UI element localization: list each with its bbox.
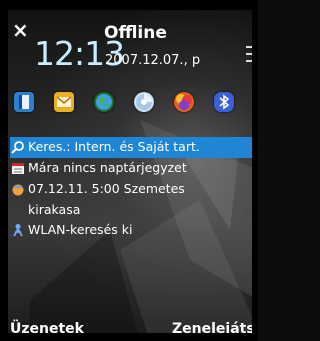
contacts-book-icon[interactable] [14, 92, 34, 112]
reminder-icon [11, 182, 25, 196]
softkey-bar: Üzenetek Zenelejátszó [0, 320, 258, 341]
search-item[interactable]: Keres.: Intern. és Saját tart. [10, 137, 258, 158]
globe-icon[interactable] [94, 92, 114, 112]
media-gallery-icon[interactable] [174, 92, 194, 112]
calendar-item[interactable]: Mára nincs naptárjegyzet [10, 158, 258, 179]
menu-lines-icon[interactable] [246, 46, 256, 67]
right-softkey[interactable]: Zenelejátszó [172, 321, 258, 337]
reminder-label-line1: 07.12.11. 5:00 Szemetes [28, 181, 185, 196]
wlan-label: WLAN-keresés ki [28, 222, 133, 237]
shortcut-bar [12, 92, 252, 116]
envelope-icon[interactable] [54, 92, 74, 112]
search-label: Keres.: Intern. és Saját tart. [28, 139, 200, 154]
search-icon [11, 140, 25, 154]
calendar-label: Mára nincs naptárjegyzet [28, 160, 187, 175]
bluetooth-icon[interactable] [214, 92, 234, 112]
home-screen: × 12:13 Offline 2007.12.07., p Keres.: I… [0, 0, 258, 341]
standby-list: Keres.: Intern. és Saját tart. Mára ninc… [10, 137, 258, 241]
reminder-label-line2: kirakasa [28, 202, 81, 217]
date-label: 2007.12.07., p [105, 53, 201, 68]
close-icon[interactable]: × [12, 20, 29, 40]
profile-name[interactable]: Offline [104, 23, 167, 43]
reminder-item-continued[interactable]: kirakasa [10, 200, 258, 220]
reminder-item[interactable]: 07.12.11. 5:00 Szemetes [10, 179, 258, 200]
left-softkey[interactable]: Üzenetek [10, 321, 84, 337]
calendar-icon [11, 161, 25, 175]
cd-icon[interactable] [134, 92, 154, 112]
wlan-person-icon [11, 223, 25, 237]
wlan-item[interactable]: WLAN-keresés ki [10, 220, 258, 241]
